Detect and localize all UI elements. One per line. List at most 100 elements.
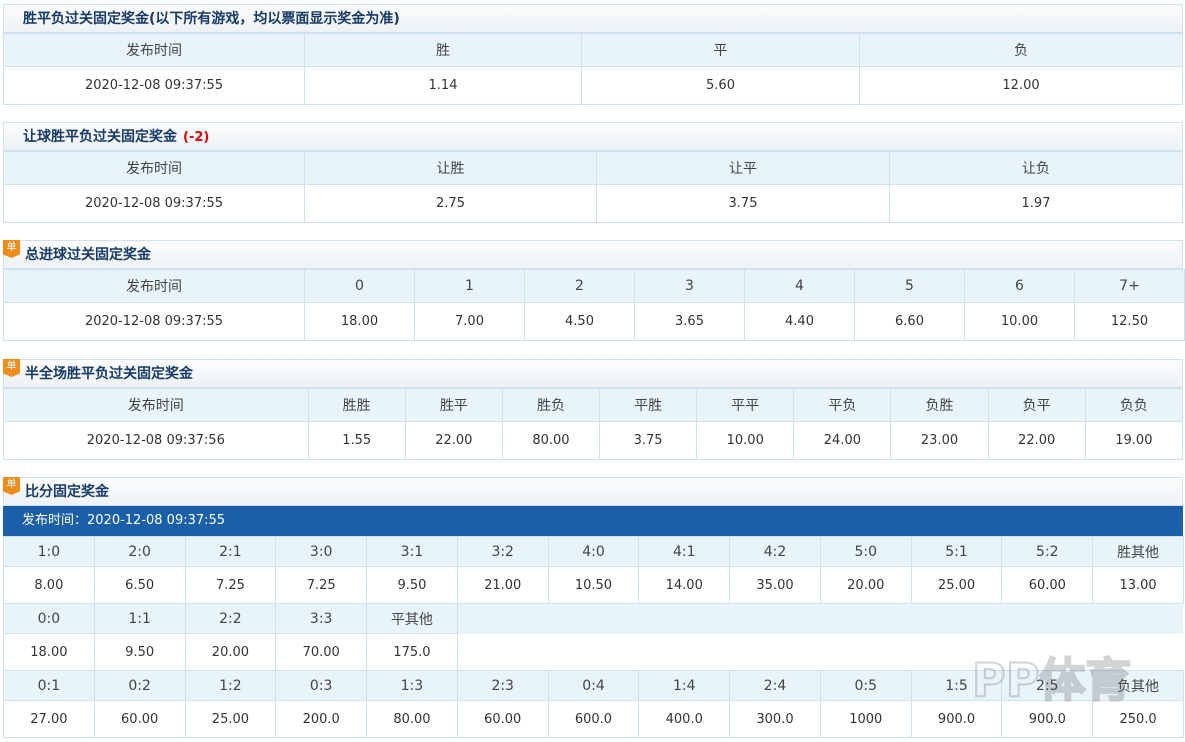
score-odds[interactable]: 13.00 [1092, 566, 1184, 604]
score-odds[interactable]: 9.50 [366, 566, 458, 604]
score-header: 2:3 [456, 670, 549, 701]
hafu-title: 半全场胜平负过关固定奖金 [25, 366, 193, 382]
hafu-odds[interactable]: 19.00 [1084, 421, 1184, 460]
score-header: 1:5 [910, 670, 1003, 701]
score-odds[interactable]: 70.00 [275, 633, 368, 671]
hafu-odds[interactable]: 22.00 [404, 421, 503, 460]
hafu-section: 单 半全场胜平负过关固定奖金 发布时间 胜胜 胜平 胜负 平胜 平平 平负 负胜… [3, 359, 1184, 460]
crs-lose-value-row: 27.00 60.00 25.00 200.0 80.00 60.00 600.… [3, 700, 1184, 738]
odds-hwin[interactable]: 2.75 [304, 184, 597, 223]
score-header: 4:2 [729, 536, 821, 567]
publish-time: 2020-12-08 09:37:55 [3, 66, 305, 105]
odds-hdraw[interactable]: 3.75 [596, 184, 890, 223]
score-odds[interactable]: 21.00 [456, 566, 549, 604]
score-odds[interactable]: 200.0 [275, 700, 368, 738]
publish-time-header: 发布时间 [3, 151, 305, 185]
empty-cell [457, 603, 1184, 634]
goals-odds[interactable]: 7.00 [414, 302, 525, 341]
score-odds[interactable]: 60.00 [93, 700, 186, 738]
score-odds[interactable]: 25.00 [910, 566, 1003, 604]
score-header: 0:1 [3, 670, 95, 701]
goals-odds[interactable]: 10.00 [964, 302, 1075, 341]
score-header: 2:0 [93, 536, 186, 567]
score-odds[interactable]: 7.25 [184, 566, 277, 604]
hafu-header: 胜平 [404, 388, 503, 422]
hafu-value-row: 2020-12-08 09:37:56 1.55 22.00 80.00 3.7… [3, 421, 1184, 460]
handicap-value: (-2) [183, 130, 210, 145]
odds-win[interactable]: 1.14 [304, 66, 582, 105]
score-odds[interactable]: 8.00 [3, 566, 95, 604]
score-odds[interactable]: 175.0 [366, 633, 458, 671]
score-odds[interactable]: 400.0 [638, 700, 731, 738]
score-odds[interactable]: 6.50 [93, 566, 186, 604]
hafu-header: 平负 [793, 388, 892, 422]
goals-odds[interactable]: 18.00 [304, 302, 415, 341]
score-odds[interactable]: 300.0 [729, 700, 821, 738]
ttg-table: 发布时间 0 1 2 3 4 5 6 7+ 2020-12-08 09:37:5… [3, 269, 1185, 341]
score-odds[interactable]: 20.00 [184, 633, 277, 671]
odds-hlose[interactable]: 1.97 [889, 184, 1183, 223]
hafu-odds[interactable]: 22.00 [987, 421, 1086, 460]
goals-header: 6 [964, 269, 1075, 303]
score-header: 2:2 [184, 603, 277, 634]
score-odds[interactable]: 7.25 [275, 566, 368, 604]
score-odds[interactable]: 60.00 [1001, 566, 1094, 604]
score-odds[interactable]: 20.00 [819, 566, 912, 604]
crs-table: 1:0 2:0 2:1 3:0 3:1 3:2 4:0 4:1 4:2 5:0 … [3, 536, 1184, 738]
score-header: 1:1 [93, 603, 186, 634]
crs-draw-value-row: 18.00 9.50 20.00 70.00 175.0 [3, 633, 1184, 671]
score-odds[interactable]: 10.50 [547, 566, 640, 604]
hafu-header: 胜负 [501, 388, 601, 422]
score-odds[interactable]: 27.00 [3, 700, 95, 738]
hafu-odds[interactable]: 24.00 [793, 421, 892, 460]
score-odds[interactable]: 14.00 [638, 566, 731, 604]
hafu-odds[interactable]: 3.75 [599, 421, 698, 460]
had-section: 胜平负过关固定奖金(以下所有游戏，均以票面显示奖金为准) 发布时间 胜 平 负 … [3, 4, 1183, 105]
hhad-header-row: 发布时间 让胜 让平 让负 [3, 151, 1183, 185]
single-badge-icon: 单 [3, 477, 20, 495]
had-title: 胜平负过关固定奖金(以下所有游戏，均以票面显示奖金为准) [3, 4, 1183, 33]
goals-header: 2 [524, 269, 635, 303]
goals-header: 5 [854, 269, 965, 303]
hafu-odds[interactable]: 1.55 [307, 421, 406, 460]
score-header: 0:4 [547, 670, 640, 701]
goals-odds[interactable]: 4.40 [744, 302, 855, 341]
score-odds[interactable]: 250.0 [1092, 700, 1184, 738]
publish-time: 2020-12-08 09:37:56 [3, 421, 309, 460]
score-odds[interactable]: 25.00 [184, 700, 277, 738]
goals-odds[interactable]: 6.60 [854, 302, 965, 341]
score-odds[interactable]: 1000 [819, 700, 912, 738]
odds-header-hlose: 让负 [889, 151, 1183, 185]
score-header: 1:2 [184, 670, 277, 701]
odds-header-lose: 负 [859, 33, 1183, 67]
score-header: 3:3 [275, 603, 368, 634]
score-odds[interactable]: 18.00 [3, 633, 95, 671]
empty-cell [457, 633, 1184, 671]
odds-header-hwin: 让胜 [304, 151, 597, 185]
score-odds[interactable]: 900.0 [1001, 700, 1094, 738]
odds-draw[interactable]: 5.60 [581, 66, 860, 105]
odds-header-draw: 平 [581, 33, 860, 67]
odds-lose[interactable]: 12.00 [859, 66, 1183, 105]
crs-lose-header-row: 0:1 0:2 1:2 0:3 1:3 2:3 0:4 1:4 2:4 0:5 … [3, 670, 1184, 701]
score-odds[interactable]: 60.00 [456, 700, 549, 738]
hafu-odds[interactable]: 10.00 [696, 421, 795, 460]
ttg-section: 单 总进球过关固定奖金 发布时间 0 1 2 3 4 5 6 7+ 2020-1… [3, 240, 1185, 341]
crs-draw-header-row: 0:0 1:1 2:2 3:3 平其他 [3, 603, 1184, 634]
crs-title: 比分固定奖金 [25, 484, 109, 500]
score-odds[interactable]: 35.00 [729, 566, 821, 604]
hafu-odds[interactable]: 80.00 [501, 421, 601, 460]
hafu-odds[interactable]: 23.00 [890, 421, 989, 460]
single-badge-icon: 单 [3, 359, 20, 377]
goals-odds[interactable]: 12.50 [1074, 302, 1185, 341]
score-odds[interactable]: 600.0 [547, 700, 640, 738]
score-odds[interactable]: 80.00 [366, 700, 458, 738]
hafu-header: 胜胜 [307, 388, 406, 422]
goals-odds[interactable]: 3.65 [634, 302, 745, 341]
score-header: 3:0 [275, 536, 368, 567]
score-odds[interactable]: 900.0 [910, 700, 1003, 738]
hhad-title: 让球胜平负过关固定奖金 [23, 129, 177, 145]
publish-time: 2020-12-08 09:37:55 [3, 184, 305, 223]
goals-odds[interactable]: 4.50 [524, 302, 635, 341]
score-odds[interactable]: 9.50 [93, 633, 186, 671]
